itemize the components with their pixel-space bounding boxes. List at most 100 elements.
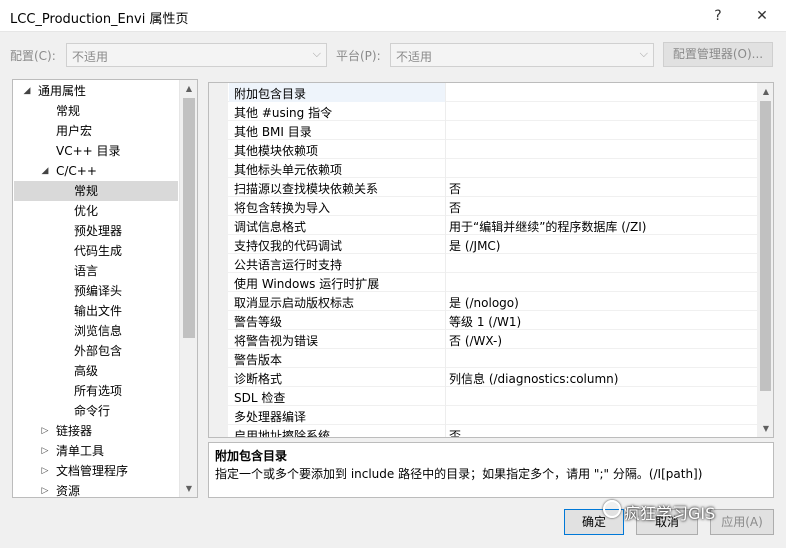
tree-item[interactable]: ▷ 文档管理程序 — [14, 461, 178, 481]
column-separator — [445, 178, 446, 197]
row-gutter — [209, 387, 228, 406]
property-row[interactable]: 将警告视为错误 否 (/WX-) — [209, 330, 757, 349]
property-row[interactable]: 公共语言运行时支持 — [209, 254, 757, 273]
property-row[interactable]: 调试信息格式 用于“编辑并继续”的程序数据库 (/ZI) — [209, 216, 757, 235]
property-row[interactable]: 支持仅我的代码调试 是 (/JMC) — [209, 235, 757, 254]
tree-item[interactable]: ▷ 资源 — [14, 481, 178, 497]
property-row[interactable]: 其他标头单元依赖项 — [209, 159, 757, 178]
column-separator — [445, 83, 446, 102]
property-name: 将包含转换为导入 — [234, 201, 331, 215]
config-label: 配置(C): — [10, 49, 56, 63]
tree-scrollbar[interactable]: ▲ ▼ — [179, 80, 197, 497]
apply-button[interactable]: 应用(A) — [710, 509, 774, 535]
description-text: 指定一个或多个要添加到 include 路径中的目录；如果指定多个，请用 ";"… — [215, 467, 703, 481]
property-row[interactable]: 其他 BMI 目录 — [209, 121, 757, 140]
tree-item-label: 语言 — [74, 264, 99, 278]
column-separator — [445, 102, 446, 121]
column-separator — [445, 349, 446, 368]
scroll-down-icon[interactable]: ▼ — [180, 480, 197, 497]
tree-item-label: C/C++ — [56, 164, 97, 178]
property-grid[interactable]: 附加包含目录其他 #using 指令 其他 BMI 目录 其他模块依赖项 其他标头单元… — [208, 82, 774, 438]
tree-item[interactable]: 外部包含 — [14, 341, 178, 361]
tree-item[interactable]: ◢ C/C++ — [14, 161, 178, 181]
column-separator — [445, 159, 446, 178]
tree-item[interactable]: 所有选项 — [14, 381, 178, 401]
property-name: 扫描源以查找模块依赖关系 — [234, 182, 379, 196]
tree-item[interactable]: VC++ 目录 — [14, 141, 178, 161]
column-separator — [445, 292, 446, 311]
tree-item[interactable]: ◢ 通用属性 — [14, 81, 178, 101]
tree-item[interactable]: ▷ 链接器 — [14, 421, 178, 441]
column-separator — [445, 254, 446, 273]
help-icon[interactable]: ? — [706, 4, 730, 28]
row-gutter — [209, 406, 228, 425]
scroll-up-icon[interactable]: ▲ — [757, 83, 773, 100]
window-title: LCC_Production_Envi 属性页 — [10, 12, 189, 27]
tree-item[interactable]: 输出文件 — [14, 301, 178, 321]
property-value[interactable]: 等级 1 (/W1) — [449, 313, 521, 330]
property-name: 附加包含目录 — [234, 87, 307, 101]
property-value[interactable]: 是 (/nologo) — [449, 294, 519, 311]
collapsed-icon[interactable]: ▷ — [40, 481, 50, 497]
row-gutter — [209, 349, 228, 368]
property-value[interactable]: 否 (/WX-) — [449, 332, 502, 349]
collapsed-icon[interactable]: ▷ — [40, 441, 50, 461]
tree-item[interactable]: 预编译头 — [14, 281, 178, 301]
scroll-thumb[interactable] — [760, 101, 771, 391]
property-row[interactable]: 启用地址擦除系统 否 — [209, 425, 757, 437]
property-row[interactable]: 附加包含目录 — [209, 83, 757, 102]
tree-item[interactable]: 浏览信息 — [14, 321, 178, 341]
property-row[interactable]: 其他模块依赖项 — [209, 140, 757, 159]
property-value[interactable]: 否 — [449, 180, 461, 197]
property-name: 警告等级 — [234, 315, 283, 329]
tree-item-label: 高级 — [74, 364, 99, 378]
expanded-icon[interactable]: ◢ — [22, 81, 32, 101]
property-row[interactable]: 多处理器编译 — [209, 406, 757, 425]
config-combo[interactable]: 不适用 ⌵ — [66, 43, 327, 67]
property-row[interactable]: 警告等级 等级 1 (/W1) — [209, 311, 757, 330]
grid-scrollbar[interactable]: ▲ ▼ — [757, 83, 773, 437]
tree-item-label: VC++ 目录 — [56, 144, 121, 158]
config-value: 不适用 — [72, 50, 109, 64]
tree-item-label: 文档管理程序 — [56, 464, 129, 478]
collapsed-icon[interactable]: ▷ — [40, 461, 50, 481]
tree-item[interactable]: 代码生成 — [14, 241, 178, 261]
tree-item[interactable]: 高级 — [14, 361, 178, 381]
property-value[interactable]: 用于“编辑并继续”的程序数据库 (/ZI) — [449, 218, 646, 235]
row-gutter — [209, 311, 228, 330]
config-manager-button[interactable]: 配置管理器(O)... — [663, 42, 773, 67]
platform-combo[interactable]: 不适用 ⌵ — [390, 43, 654, 67]
row-gutter — [209, 292, 228, 311]
property-row[interactable]: 诊断格式 列信息 (/diagnostics:column) — [209, 368, 757, 387]
collapsed-icon[interactable]: ▷ — [40, 421, 50, 441]
property-row[interactable]: 其他 #using 指令 — [209, 102, 757, 121]
property-value[interactable]: 否 — [449, 199, 461, 216]
tree-item[interactable]: 用户宏 — [14, 121, 178, 141]
expanded-icon[interactable]: ◢ — [40, 161, 50, 181]
tree-item[interactable]: ▷ 清单工具 — [14, 441, 178, 461]
property-tree[interactable]: ◢ 通用属性 常规 用户宏 VC++ 目录 ◢ C/C++ 常规 优化 预处理器 代码生成 语言 预编译… — [12, 79, 198, 498]
tree-item-label: 预编译头 — [74, 284, 123, 298]
property-value[interactable]: 否 — [449, 427, 461, 437]
tree-item[interactable]: 预处理器 — [14, 221, 178, 241]
property-row[interactable]: 将包含转换为导入 否 — [209, 197, 757, 216]
tree-item[interactable]: 语言 — [14, 261, 178, 281]
tree-item[interactable]: 常规 — [14, 101, 178, 121]
property-row[interactable]: 警告版本 — [209, 349, 757, 368]
property-row[interactable]: SDL 检查 — [209, 387, 757, 406]
scroll-thumb[interactable] — [183, 98, 195, 338]
property-value[interactable]: 是 (/JMC) — [449, 237, 501, 254]
scroll-down-icon[interactable]: ▼ — [757, 420, 773, 437]
tree-item[interactable]: 命令行 — [14, 401, 178, 421]
property-value[interactable]: 列信息 (/diagnostics:column) — [449, 370, 618, 387]
tree-item[interactable]: 常规 — [14, 181, 178, 201]
tree-item-label: 所有选项 — [74, 384, 123, 398]
close-icon[interactable]: ✕ — [750, 4, 774, 28]
property-name: 将警告视为错误 — [234, 334, 319, 348]
scroll-up-icon[interactable]: ▲ — [180, 80, 197, 97]
property-row[interactable]: 使用 Windows 运行时扩展 — [209, 273, 757, 292]
tree-item[interactable]: 优化 — [14, 201, 178, 221]
property-row[interactable]: 取消显示启动版权标志 是 (/nologo) — [209, 292, 757, 311]
property-name: 其他 #using 指令 — [234, 106, 333, 120]
property-row[interactable]: 扫描源以查找模块依赖关系 否 — [209, 178, 757, 197]
